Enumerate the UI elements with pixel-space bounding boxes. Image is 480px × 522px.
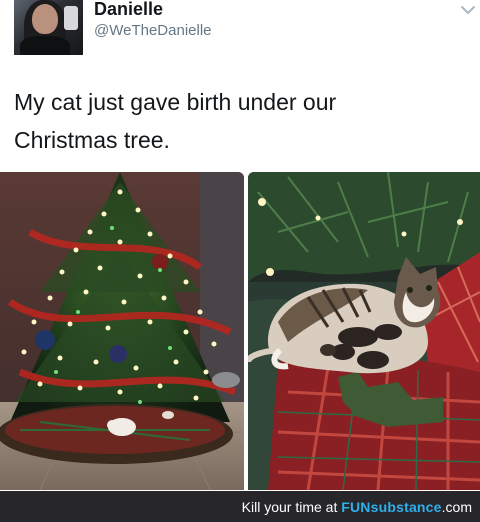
avatar-phone [64,6,78,30]
tweet-text-line-2: Christmas tree. [14,127,170,153]
tweet-text-line-1: My cat just gave birth under our [14,89,337,115]
avatar-face [32,4,58,34]
display-name[interactable]: Danielle [94,0,163,20]
christmas-tree-photo[interactable] [0,172,244,490]
watermark-suffix: .com [441,499,472,515]
watermark-prefix: Kill your time at [241,499,342,515]
watermark-brand: FUNsubstance [341,499,442,515]
chevron-down-icon[interactable] [460,4,476,16]
avatar-shirt [20,36,70,55]
user-handle[interactable]: @WeTheDanielle [94,22,212,39]
tweet-text: My cat just gave birth under our Christm… [14,83,454,159]
watermark-bar: Kill your time at FUNsubstance.com [0,491,480,522]
avatar[interactable] [14,0,83,55]
cat-with-kittens-photo[interactable] [248,172,480,490]
watermark-text[interactable]: Kill your time at FUNsubstance.com [242,499,472,515]
